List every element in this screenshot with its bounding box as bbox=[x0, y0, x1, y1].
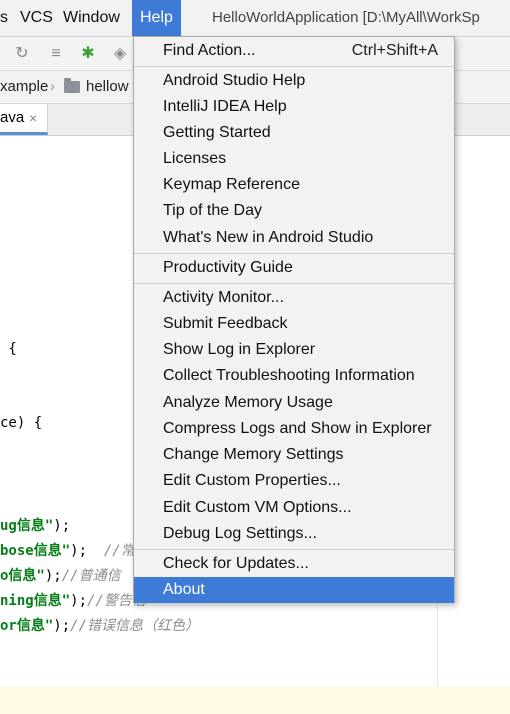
menu-item-about[interactable]: About bbox=[134, 577, 454, 603]
code-line: o信息");//普通信 bbox=[0, 568, 121, 584]
code-line: ning信息");//警告信 bbox=[0, 593, 146, 609]
menu-item-activity-monitor[interactable]: Activity Monitor... bbox=[134, 285, 454, 311]
menu-item-show-log[interactable]: Show Log in Explorer bbox=[134, 337, 454, 363]
window-title: HelloWorldApplication [D:\MyAll\WorkSp bbox=[212, 9, 480, 26]
apply-changes-icon[interactable]: ≡ bbox=[46, 44, 66, 64]
menu-item-edit-custom-properties[interactable]: Edit Custom Properties... bbox=[134, 468, 454, 494]
code-line: bose信息"); //常 bbox=[0, 543, 135, 559]
menu-item-analyze-memory[interactable]: Analyze Memory Usage bbox=[134, 390, 454, 416]
tab-java-file[interactable]: ava × bbox=[0, 104, 48, 135]
menu-item-licenses[interactable]: Licenses bbox=[134, 146, 454, 172]
menu-item-submit-feedback[interactable]: Submit Feedback bbox=[134, 311, 454, 337]
code-line: ug信息"); bbox=[0, 518, 71, 534]
code-line: { bbox=[0, 341, 17, 357]
menu-item-android-studio-help[interactable]: Android Studio Help bbox=[134, 68, 454, 94]
breadcrumb-item-hellow[interactable]: hellow bbox=[86, 71, 129, 103]
menu-separator bbox=[134, 283, 454, 284]
help-menu-dropdown: Find Action... Ctrl+Shift+A Android Stud… bbox=[133, 36, 455, 603]
menu-item-keymap-reference[interactable]: Keymap Reference bbox=[134, 172, 454, 198]
menu-item-find-action[interactable]: Find Action... Ctrl+Shift+A bbox=[134, 38, 454, 64]
menu-help[interactable]: Help bbox=[132, 0, 181, 36]
menu-separator bbox=[134, 253, 454, 254]
menu-item-check-for-updates[interactable]: Check for Updates... bbox=[134, 551, 454, 577]
menu-bar: s VCS Window Help HelloWorldApplication … bbox=[0, 0, 510, 37]
menu-vcs[interactable]: VCS bbox=[20, 0, 53, 36]
caret-line-highlight bbox=[0, 686, 510, 714]
menu-window[interactable]: Window bbox=[63, 0, 120, 36]
close-icon[interactable]: × bbox=[29, 104, 37, 132]
menu-item-productivity-guide[interactable]: Productivity Guide bbox=[134, 255, 454, 281]
menu-item-compress-logs[interactable]: Compress Logs and Show in Explorer bbox=[134, 416, 454, 442]
folder-icon bbox=[64, 78, 80, 93]
menu-item-collect-troubleshooting[interactable]: Collect Troubleshooting Information bbox=[134, 363, 454, 389]
attach-debugger-icon[interactable]: ◈ bbox=[110, 44, 130, 64]
menu-separator bbox=[134, 549, 454, 550]
menu-separator bbox=[134, 66, 454, 67]
code-line: ce) { bbox=[0, 415, 43, 431]
menu-item-whats-new[interactable]: What's New in Android Studio bbox=[134, 225, 454, 251]
debug-bug-icon[interactable]: ✱ bbox=[78, 44, 98, 64]
tab-label: ava bbox=[0, 109, 25, 126]
menu-item-getting-started[interactable]: Getting Started bbox=[134, 120, 454, 146]
rerun-icon[interactable]: ↻ bbox=[12, 44, 32, 64]
code-line: or信息");//错误信息（红色） bbox=[0, 618, 200, 634]
menu-tools[interactable]: s bbox=[0, 0, 8, 36]
menu-item-edit-custom-vm-options[interactable]: Edit Custom VM Options... bbox=[134, 495, 454, 521]
breadcrumb-item-example[interactable]: xample bbox=[0, 71, 48, 103]
menu-item-tip-of-the-day[interactable]: Tip of the Day bbox=[134, 198, 454, 224]
menu-item-change-memory-settings[interactable]: Change Memory Settings bbox=[134, 442, 454, 468]
menu-item-debug-log-settings[interactable]: Debug Log Settings... bbox=[134, 521, 454, 547]
breadcrumb-chevron-icon: › bbox=[50, 78, 55, 95]
menu-item-intellij-idea-help[interactable]: IntelliJ IDEA Help bbox=[134, 94, 454, 120]
shortcut-label: Ctrl+Shift+A bbox=[351, 42, 438, 59]
